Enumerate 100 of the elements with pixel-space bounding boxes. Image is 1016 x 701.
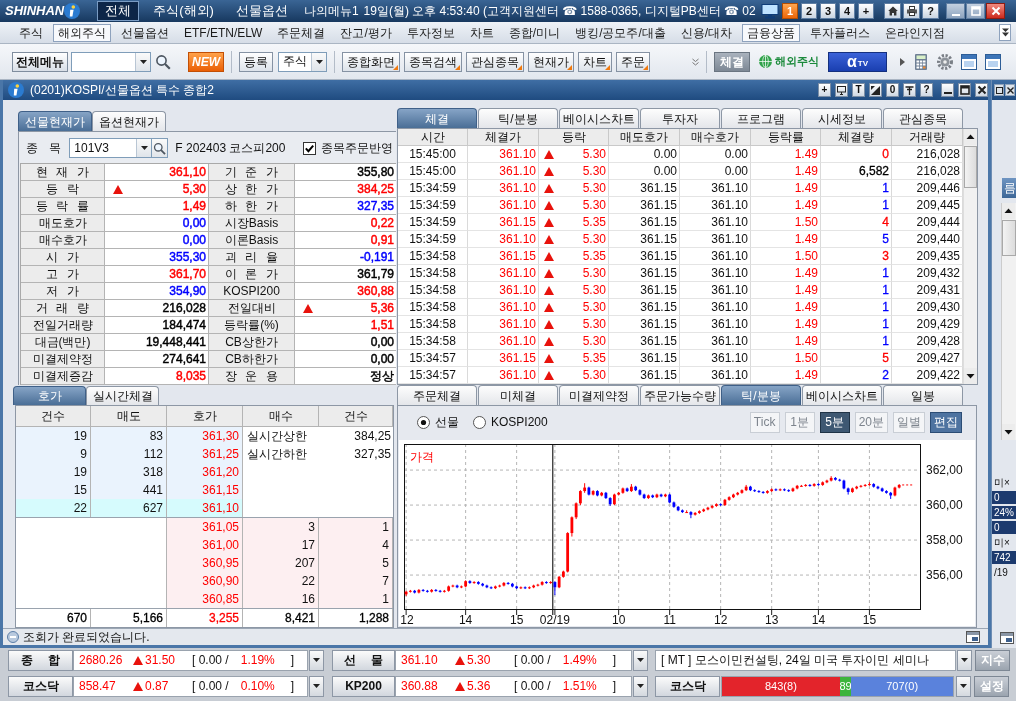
dropdown-button[interactable] <box>309 649 324 671</box>
close-button[interactable] <box>1005 84 1015 96</box>
minimize-button[interactable] <box>941 83 954 97</box>
news-ticker[interactable]: [ MT ] 모스이민컨설팅, 24일 미국 투자이민 세미나 <box>655 649 956 671</box>
help-button[interactable]: ? <box>922 3 939 19</box>
top-tab[interactable]: 전체 <box>97 1 140 21</box>
table-cell[interactable]: 361,25 <box>167 445 243 463</box>
title-bar-button[interactable]: T <box>852 83 865 97</box>
tab[interactable]: 틱/분봉 <box>721 385 801 405</box>
top-tab[interactable]: 주식(해외) <box>145 1 222 21</box>
scrollbar-thumb[interactable] <box>1002 220 1016 256</box>
quick-button[interactable]: 관심종목 <box>466 51 524 72</box>
search-button[interactable] <box>152 138 169 158</box>
tab[interactable]: 틱/분봉 <box>478 108 558 128</box>
print-button[interactable] <box>903 3 920 19</box>
scrollbar-thumb[interactable] <box>964 146 977 188</box>
menu-item[interactable]: 주문체결 <box>272 23 331 42</box>
table-cell[interactable]: 360,90 <box>167 572 243 590</box>
title-bar-button[interactable]: ? <box>920 83 933 97</box>
register-button[interactable]: 등록 <box>239 51 273 72</box>
tab[interactable]: 일봉 <box>883 385 963 405</box>
tab[interactable]: 호가 <box>13 386 86 405</box>
monitor-icon[interactable] <box>761 3 779 19</box>
dropdown-button[interactable] <box>633 649 648 671</box>
window-icon[interactable] <box>985 53 1001 70</box>
screen-button[interactable]: 4 <box>839 3 855 19</box>
tab[interactable]: 미결제약정 <box>559 385 639 405</box>
tab[interactable]: 실시간체결 <box>86 386 159 405</box>
tab[interactable]: 주문체결 <box>397 385 477 405</box>
calculator-icon[interactable] <box>913 53 929 70</box>
maximize-button[interactable] <box>958 83 971 97</box>
tab[interactable]: 선물현재가 <box>18 111 92 131</box>
tab[interactable]: 주문가능수량 <box>640 385 720 405</box>
table-cell[interactable]: 361,30 <box>167 427 243 445</box>
my-menu-link[interactable]: 나의메뉴1 <box>303 3 359 19</box>
monitor-button[interactable] <box>835 83 848 97</box>
close-button[interactable] <box>975 83 988 97</box>
search-icon[interactable] <box>155 53 171 70</box>
menu-item[interactable]: 금융상품 <box>742 23 801 42</box>
quick-button[interactable]: 주문 <box>616 51 650 72</box>
table-cell[interactable]: 360,85 <box>167 590 243 608</box>
menu-item[interactable]: 잔고/평가 <box>335 23 397 42</box>
menu-item[interactable]: 차트 <box>464 23 499 42</box>
menu-more-button[interactable] <box>999 24 1011 41</box>
tab[interactable]: 체결 <box>397 108 477 128</box>
maximize-button[interactable] <box>994 84 1004 96</box>
tab[interactable]: 프로그램 <box>721 108 801 128</box>
quick-button[interactable]: 차트 <box>578 51 612 72</box>
settings-icon[interactable] <box>937 53 953 70</box>
tab[interactable]: 베이시스차트 <box>802 385 882 405</box>
radio-button[interactable] <box>473 415 486 429</box>
radio-button[interactable] <box>417 415 430 429</box>
dropdown-button[interactable] <box>633 675 648 697</box>
menu-item[interactable]: 뱅킹/공모주/대출 <box>570 23 671 42</box>
interval-button[interactable]: 5분 <box>819 411 850 433</box>
screen-button[interactable]: 3 <box>820 3 836 19</box>
screen-button[interactable]: 2 <box>801 3 817 19</box>
tab[interactable]: 베이시스차트 <box>559 108 639 128</box>
menu-item[interactable]: 신용/대차 <box>675 23 738 42</box>
tab[interactable]: 투자자 <box>640 108 720 128</box>
close-button[interactable] <box>986 3 1005 19</box>
symbol-input[interactable]: 101V3 <box>69 138 153 158</box>
tab[interactable]: 미체결 <box>478 385 558 405</box>
background-button[interactable]: 름 <box>1002 178 1016 198</box>
market-select[interactable]: 주식 <box>278 51 327 72</box>
table-cell[interactable]: 360,95 <box>167 554 243 572</box>
pin-button[interactable] <box>903 83 916 97</box>
dropdown-button[interactable] <box>956 675 971 697</box>
window-icon[interactable] <box>1000 632 1014 644</box>
overseas-stock-logo[interactable]: 해외주식 <box>775 54 819 69</box>
title-bar-button[interactable]: + <box>818 83 831 97</box>
dropdown-button[interactable] <box>957 649 972 671</box>
scrollbar[interactable] <box>963 129 977 384</box>
table-cell[interactable]: 361,10 <box>167 499 243 517</box>
top-tab[interactable]: 선물옵션 <box>227 1 296 21</box>
menu-item[interactable]: 투자정보 <box>401 23 460 42</box>
all-menu-button[interactable]: 전체메뉴 <box>12 51 68 72</box>
menu-item[interactable]: 주식 <box>14 23 48 42</box>
tab[interactable]: 관심종목 <box>883 108 963 128</box>
menu-item[interactable]: 투자플러스 <box>805 23 876 42</box>
screen-button[interactable]: + <box>858 3 874 19</box>
scrollbar[interactable] <box>1001 203 1016 440</box>
table-cell[interactable]: 361,20 <box>167 463 243 481</box>
table-cell[interactable]: 361,05 <box>167 518 243 536</box>
play-arrow-icon[interactable] <box>900 57 905 66</box>
corner-button[interactable] <box>869 83 882 97</box>
window-icon[interactable] <box>966 631 980 643</box>
table-cell[interactable]: 361,00 <box>167 536 243 554</box>
table-cell[interactable]: 361,15 <box>167 481 243 499</box>
quick-button[interactable]: 현재가 <box>528 51 574 72</box>
home-button[interactable] <box>884 3 901 19</box>
checkbox[interactable] <box>303 141 317 155</box>
tv-button[interactable]: αTV <box>828 51 887 72</box>
menu-item[interactable]: 종합/미니 <box>503 23 566 42</box>
menu-item[interactable]: 선물옵션 <box>116 23 174 42</box>
dropdown-button[interactable] <box>309 675 324 697</box>
tab[interactable]: 옵션현재가 <box>92 111 166 131</box>
edit-button[interactable]: 편집 <box>930 411 962 433</box>
globe-icon[interactable] <box>759 55 772 68</box>
title-bar-button[interactable]: 0 <box>886 83 899 97</box>
